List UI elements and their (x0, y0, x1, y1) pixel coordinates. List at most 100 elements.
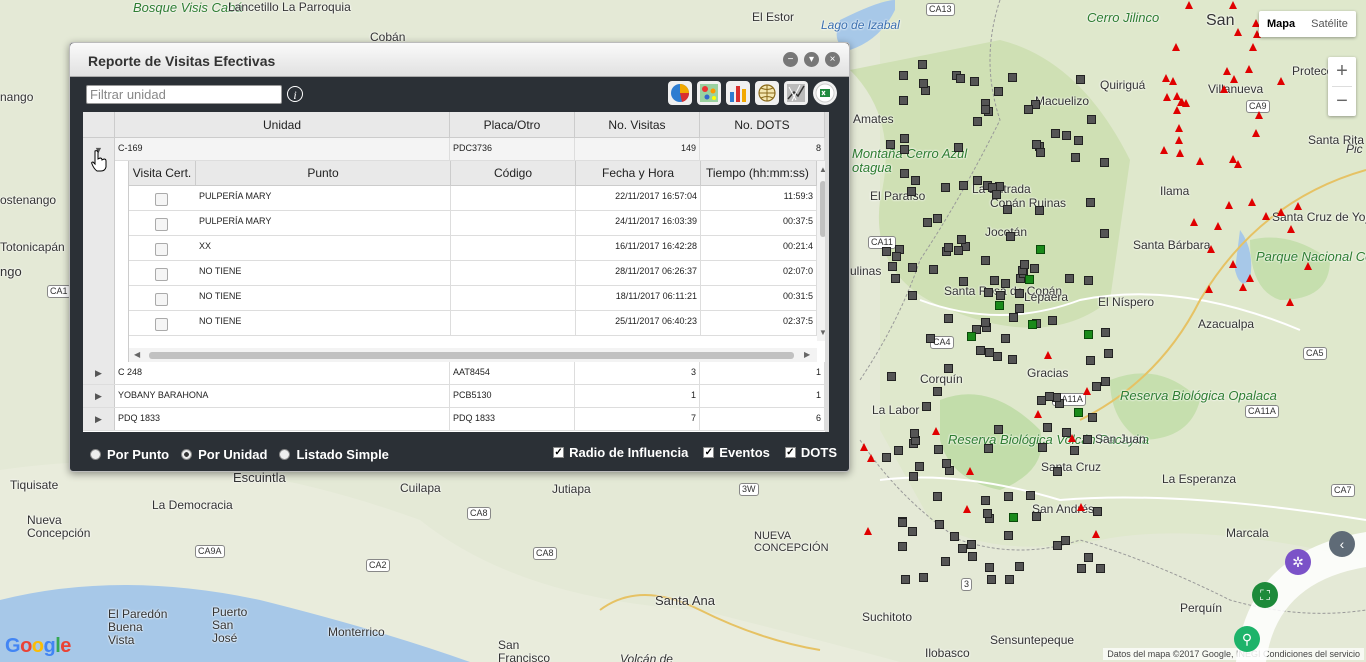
event-marker-icon[interactable] (1246, 274, 1254, 282)
por-unidad-radio[interactable] (181, 449, 193, 460)
visit-marker-icon[interactable] (1020, 260, 1029, 269)
visit-marker-icon[interactable] (1043, 423, 1052, 432)
detail-row[interactable]: PULPERÍA MARY 24/11/2017 16:03:39 00:37:… (129, 211, 817, 236)
visit-marker-icon[interactable] (985, 348, 994, 357)
visit-marker-icon[interactable] (1083, 435, 1092, 444)
bar-chart-icon[interactable] (726, 81, 750, 105)
event-marker-icon[interactable] (860, 443, 868, 451)
listado-simple-radio[interactable] (279, 449, 291, 460)
scroll-left-icon[interactable]: ◀ (134, 350, 140, 359)
por-punto-radio[interactable] (90, 449, 101, 460)
dots-marker-icon[interactable] (967, 332, 976, 341)
dots-marker-icon[interactable] (1036, 245, 1045, 254)
event-marker-icon[interactable] (1177, 98, 1185, 106)
detail-horizontal-scrollbar[interactable]: ◀ ▶ (129, 348, 817, 362)
por-punto-label[interactable]: Por Punto (107, 447, 169, 462)
visit-marker-icon[interactable] (908, 527, 917, 536)
visit-marker-icon[interactable] (1053, 467, 1062, 476)
event-marker-icon[interactable] (1245, 65, 1253, 73)
visit-marker-icon[interactable] (1101, 377, 1110, 386)
visit-marker-icon[interactable] (915, 462, 924, 471)
event-marker-icon[interactable] (1175, 124, 1183, 132)
visita-cert-checkbox[interactable] (155, 243, 168, 256)
visit-marker-icon[interactable] (908, 263, 917, 272)
event-marker-icon[interactable] (1176, 149, 1184, 157)
minimize-icon[interactable]: − (783, 52, 798, 67)
event-marker-icon[interactable] (1229, 260, 1237, 268)
visit-marker-icon[interactable] (1008, 355, 1017, 364)
visit-marker-icon[interactable] (990, 276, 999, 285)
table-row[interactable]: ▶ PDQ 1833 PDQ 1833 7 6 (83, 408, 829, 431)
visit-marker-icon[interactable] (1032, 512, 1041, 521)
event-marker-icon[interactable] (1190, 218, 1198, 226)
event-marker-icon[interactable] (1044, 351, 1052, 359)
visit-marker-icon[interactable] (941, 183, 950, 192)
pie-chart-icon[interactable] (668, 81, 692, 105)
visit-marker-icon[interactable] (1086, 356, 1095, 365)
visit-marker-icon[interactable] (1004, 492, 1013, 501)
collapse-icon[interactable]: ▾ (804, 52, 819, 67)
dots-marker-icon[interactable] (1009, 513, 1018, 522)
visit-marker-icon[interactable] (1092, 382, 1101, 391)
visit-marker-icon[interactable] (1009, 313, 1018, 322)
event-marker-icon[interactable] (1287, 225, 1295, 233)
visit-marker-icon[interactable] (909, 472, 918, 481)
visit-marker-icon[interactable] (973, 117, 982, 126)
dots-marker-icon[interactable] (1028, 320, 1037, 329)
event-marker-icon[interactable] (1255, 111, 1263, 119)
visit-marker-icon[interactable] (1045, 392, 1054, 401)
settings-gear-icon[interactable]: ✲ (1285, 549, 1311, 575)
visit-marker-icon[interactable] (1100, 229, 1109, 238)
event-marker-icon[interactable] (867, 454, 875, 462)
visit-marker-icon[interactable] (1015, 304, 1024, 313)
visit-marker-icon[interactable] (1015, 562, 1024, 571)
visit-marker-icon[interactable] (900, 145, 909, 154)
visit-marker-icon[interactable] (994, 425, 1003, 434)
detail-header-codigo[interactable]: Código (451, 161, 576, 186)
visit-marker-icon[interactable] (891, 274, 900, 283)
visit-marker-icon[interactable] (1093, 507, 1102, 516)
visit-marker-icon[interactable] (1087, 115, 1096, 124)
visit-marker-icon[interactable] (954, 143, 963, 152)
visit-marker-icon[interactable] (944, 314, 953, 323)
event-marker-icon[interactable] (1207, 245, 1215, 253)
visit-marker-icon[interactable] (900, 169, 909, 178)
event-marker-icon[interactable] (1225, 201, 1233, 209)
expand-row-icon[interactable]: ▶ (83, 408, 115, 430)
detail-header-punto[interactable]: Punto (196, 161, 451, 186)
visit-marker-icon[interactable] (942, 459, 951, 468)
visit-marker-icon[interactable] (1001, 334, 1010, 343)
visit-marker-icon[interactable] (954, 246, 963, 255)
visit-marker-icon[interactable] (898, 542, 907, 551)
visit-marker-icon[interactable] (944, 364, 953, 373)
event-marker-icon[interactable] (1034, 410, 1042, 418)
column-header-visitas[interactable]: No. Visitas (575, 112, 700, 138)
visit-marker-icon[interactable] (950, 532, 959, 541)
visita-cert-checkbox[interactable] (155, 293, 168, 306)
event-marker-icon[interactable] (1304, 262, 1312, 270)
visit-marker-icon[interactable] (926, 334, 935, 343)
excel-export-icon[interactable] (813, 81, 837, 105)
visit-marker-icon[interactable] (984, 288, 993, 297)
table-row[interactable]: ▶ YOBANY BARAHONA PCB5130 1 1 (83, 385, 829, 408)
dots-marker-icon[interactable] (1025, 275, 1034, 284)
detail-row[interactable]: PULPERÍA MARY 22/11/2017 16:57:04 11:59:… (129, 186, 817, 211)
visit-marker-icon[interactable] (1024, 105, 1033, 114)
event-marker-icon[interactable] (966, 467, 974, 475)
event-marker-icon[interactable] (1160, 146, 1168, 154)
detail-header-visita-cert[interactable]: Visita Cert. (129, 161, 196, 186)
visit-marker-icon[interactable] (1006, 232, 1015, 241)
visit-marker-icon[interactable] (958, 544, 967, 553)
visit-marker-icon[interactable] (984, 444, 993, 453)
zoom-in-button[interactable]: + (1328, 57, 1356, 86)
visit-marker-icon[interactable] (901, 575, 910, 584)
visita-cert-checkbox[interactable] (155, 318, 168, 331)
visit-marker-icon[interactable] (898, 518, 907, 527)
event-marker-icon[interactable] (1234, 28, 1242, 36)
visit-marker-icon[interactable] (929, 265, 938, 274)
detail-header-fecha[interactable]: Fecha y Hora (576, 161, 701, 186)
visit-marker-icon[interactable] (957, 235, 966, 244)
visit-marker-icon[interactable] (1008, 73, 1017, 82)
visit-marker-icon[interactable] (1070, 446, 1079, 455)
detail-row[interactable]: NO TIENE 28/11/2017 06:26:37 02:07:0 (129, 261, 817, 286)
